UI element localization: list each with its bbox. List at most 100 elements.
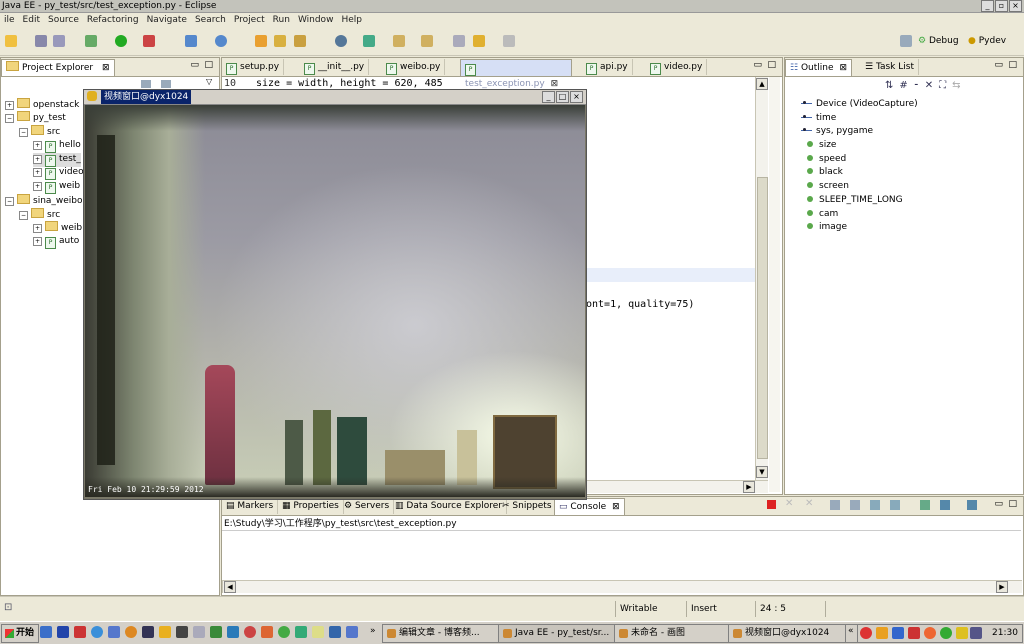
remove-launch-icon[interactable]: ✕ — [785, 498, 793, 509]
chrome-icon[interactable] — [125, 626, 137, 638]
tab-video-py[interactable]: Pvideo.py — [646, 59, 708, 75]
outline-item[interactable]: speed — [807, 153, 846, 165]
last-edit-icon[interactable] — [453, 35, 465, 47]
scroll-thumb[interactable] — [757, 177, 768, 459]
quick-launch-icon[interactable] — [227, 626, 239, 638]
menu-navigate[interactable]: Navigate — [143, 13, 191, 28]
tray-icon[interactable] — [908, 627, 920, 639]
chevron-icon[interactable]: « — [848, 626, 854, 636]
tray-icon[interactable] — [956, 627, 968, 639]
quick-launch-icon[interactable] — [40, 626, 52, 638]
fast-view-icon[interactable]: ⊡ — [4, 602, 12, 613]
tree-item[interactable]: + Ptest_ — [33, 153, 81, 167]
quick-launch-icon[interactable] — [346, 626, 358, 638]
quick-launch-icon[interactable] — [329, 626, 341, 638]
tab-weibo-py[interactable]: Pweibo.py — [382, 59, 446, 75]
tray-icon[interactable] — [892, 627, 904, 639]
tree-item[interactable]: + Pauto — [33, 235, 79, 249]
save-icon[interactable] — [35, 35, 47, 47]
collapse-all-icon[interactable] — [141, 80, 151, 88]
minimize-view-button[interactable]: ▭ — [753, 60, 762, 70]
quick-launch-icon[interactable] — [193, 626, 205, 638]
tab-project-explorer[interactable]: Project Explorer ⊠ — [1, 59, 115, 76]
volume-icon[interactable] — [970, 627, 982, 639]
new-web-icon[interactable] — [215, 35, 227, 47]
quick-launch-icon[interactable] — [261, 626, 273, 638]
perspective-debug[interactable]: ⚙ Debug — [918, 34, 959, 48]
tab-data-source-explorer[interactable]: ▥ Data Source Explorer — [391, 498, 507, 514]
task-button[interactable]: 编辑文章 - 博客频... — [382, 624, 512, 643]
external-tools-icon[interactable] — [143, 35, 155, 47]
tray-icon[interactable] — [860, 627, 872, 639]
close-icon[interactable]: ⊠ — [840, 63, 848, 73]
camera-window[interactable]: 视频窗口@dyx1024 _ □ × Fri Feb 10 21:29:59 2… — [83, 89, 587, 500]
tree-item[interactable]: + Pvideo — [33, 166, 84, 180]
quick-launch-icon[interactable] — [142, 626, 154, 638]
tree-item[interactable]: − sina_weibo — [5, 194, 83, 207]
show-on-error-icon[interactable] — [890, 500, 900, 510]
tab-snippets[interactable]: ✂ Snippets — [498, 498, 557, 514]
tray-icon[interactable] — [876, 627, 888, 639]
tree-item[interactable]: + Phello — [33, 139, 81, 153]
quick-launch-icon[interactable] — [176, 626, 188, 638]
editor-horizontal-scrollbar[interactable]: ▶ — [582, 480, 768, 493]
outline-item[interactable]: image — [807, 221, 847, 233]
brush-icon[interactable] — [294, 35, 306, 47]
quick-launch-icon[interactable] — [278, 626, 290, 638]
back-icon[interactable] — [473, 35, 485, 47]
outline-item[interactable]: black — [807, 166, 843, 178]
open-perspective-icon[interactable] — [900, 35, 912, 47]
link-icon[interactable]: ⇆ — [952, 80, 966, 91]
hide-fields-icon[interactable]: ⁃ — [914, 80, 925, 91]
tray-icon[interactable] — [924, 627, 936, 639]
scroll-left-button[interactable]: ◀ — [224, 581, 236, 593]
new-icon[interactable] — [5, 35, 17, 47]
maximize-button[interactable]: ▫ — [995, 0, 1008, 12]
scroll-right-button[interactable]: ▶ — [996, 581, 1008, 593]
tab-init-py[interactable]: P __init__.py — [300, 59, 370, 75]
minimize-view-button[interactable]: ▭ — [994, 60, 1003, 70]
console-output[interactable] — [222, 530, 1021, 579]
tree-item[interactable]: − py_test — [5, 111, 66, 124]
prev-annotation-icon[interactable] — [421, 35, 433, 47]
quick-launch-icon[interactable] — [295, 626, 307, 638]
close-icon[interactable]: ⊠ — [612, 502, 620, 512]
collapse-icon[interactable]: ✕ — [925, 80, 939, 91]
scroll-down-button[interactable]: ▼ — [756, 466, 768, 478]
globe-icon[interactable] — [335, 35, 347, 47]
outline-item[interactable]: screen — [807, 180, 849, 192]
open-file-icon[interactable] — [274, 35, 286, 47]
camera-title-bar[interactable]: 视频窗口@dyx1024 _ □ × — [84, 90, 586, 105]
close-icon[interactable]: ⊠ — [102, 63, 110, 73]
menu-refactoring[interactable]: Refactoring — [83, 13, 143, 28]
tab-markers[interactable]: ▤ Markers — [222, 498, 279, 514]
browser-icon[interactable] — [91, 626, 103, 638]
new-server-icon[interactable] — [185, 35, 197, 47]
console-horizontal-scrollbar[interactable]: ◀ ▶ — [222, 580, 1022, 593]
outline-item[interactable]: size — [807, 139, 836, 151]
task-button[interactable]: 视频窗口@dyx1024 — [728, 624, 858, 643]
expand-icon[interactable]: ⛶ — [939, 80, 952, 91]
chevron-icon[interactable]: » — [370, 626, 376, 636]
tab-console[interactable]: ▭ Console ⊠ — [554, 498, 625, 515]
terminate-icon[interactable] — [767, 500, 776, 509]
tab-task-list[interactable]: ☰ Task List — [861, 59, 919, 75]
close-icon[interactable]: ⊠ — [551, 79, 559, 89]
code-line[interactable]: ont=1, quality=75) — [586, 299, 694, 311]
maximize-button[interactable]: □ — [556, 91, 569, 103]
outline-item[interactable]: sys, pygame — [801, 125, 873, 137]
next-annotation-icon[interactable] — [393, 35, 405, 47]
menu-window[interactable]: Window — [294, 13, 338, 28]
menu-edit[interactable]: Edit — [19, 13, 44, 28]
task-button[interactable]: Java EE - py_test/sr... — [498, 624, 628, 643]
pin-console-icon[interactable] — [920, 500, 930, 510]
minimize-view-button[interactable]: ▭ — [994, 499, 1003, 509]
tree-item[interactable]: − src — [19, 125, 60, 138]
scroll-up-button[interactable]: ▲ — [756, 78, 768, 90]
menu-help[interactable]: Help — [337, 13, 366, 28]
menu-search[interactable]: Search — [191, 13, 230, 28]
editor-vertical-scrollbar[interactable]: ▲ ▼ — [755, 77, 768, 480]
quick-launch-icon[interactable] — [74, 626, 86, 638]
menu-run[interactable]: Run — [269, 13, 294, 28]
quick-launch-icon[interactable] — [159, 626, 171, 638]
